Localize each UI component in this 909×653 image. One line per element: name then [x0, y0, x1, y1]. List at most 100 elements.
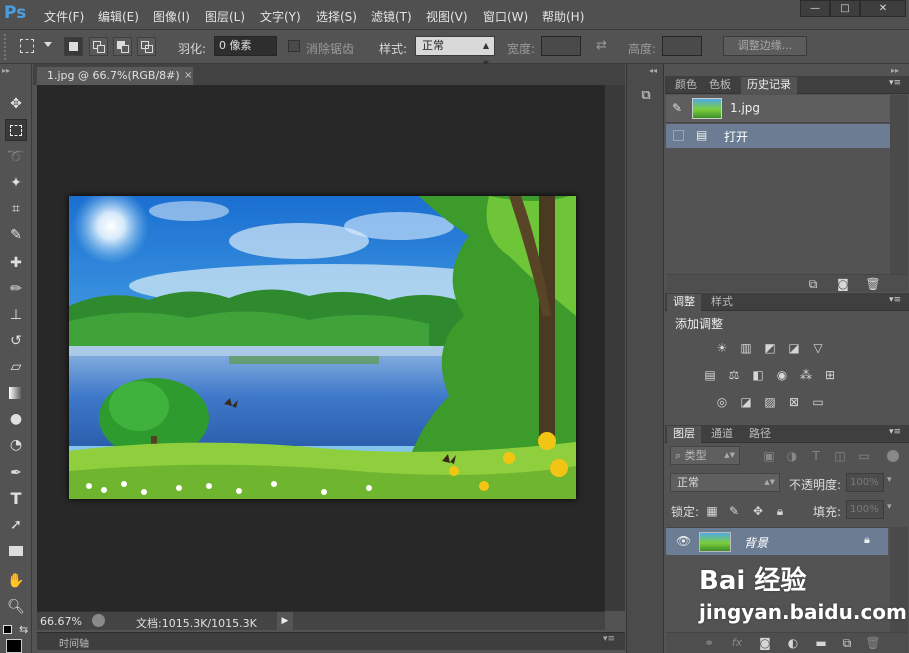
collapse-toolbar-icon[interactable]: ▸▸ [2, 66, 10, 75]
filter-toggle-icon[interactable] [887, 450, 899, 462]
blur-tool-icon[interactable]: ● [5, 408, 27, 430]
threshold-icon[interactable]: ▨ [761, 394, 779, 410]
eyedropper-tool-icon[interactable]: ✎ [5, 224, 27, 246]
new-layer-icon[interactable]: ⧉ [838, 635, 856, 651]
tab-paths[interactable]: 路径 [743, 426, 777, 443]
tab-layers[interactable]: 图层 [667, 426, 701, 443]
vibrance-icon[interactable]: ▽ [809, 340, 827, 356]
vertical-scrollbar[interactable] [605, 85, 625, 611]
fill-input[interactable]: 100% [846, 500, 884, 519]
new-fill-adjustment-icon[interactable]: ◐ [784, 635, 802, 651]
feather-input[interactable]: 0 像素 [214, 36, 277, 56]
history-brush-source-icon[interactable]: ✎ [672, 101, 682, 115]
selective-color-icon[interactable]: ⊠ [785, 394, 803, 410]
filter-shape-icon[interactable]: ◫ [831, 448, 849, 464]
menu-layer[interactable]: 图层(L) [205, 8, 245, 25]
link-layers-icon[interactable]: ⚭ [700, 635, 718, 651]
width-input[interactable] [541, 36, 581, 56]
exposure-icon[interactable]: ◪ [785, 340, 803, 356]
close-tab-icon[interactable]: × [184, 67, 192, 84]
tab-styles[interactable]: 样式 [705, 294, 739, 311]
eraser-tool-icon[interactable]: ▱ [5, 356, 27, 378]
tab-adjustments[interactable]: 调整 [667, 294, 701, 311]
opacity-input[interactable]: 100% [846, 473, 884, 492]
magic-wand-tool-icon[interactable]: ✦ [5, 172, 27, 194]
hue-saturation-icon[interactable]: ▤ [701, 367, 719, 383]
delete-state-icon[interactable]: 🗑︎ [864, 276, 882, 292]
collapse-panels-icon[interactable]: ▸▸ [891, 66, 899, 75]
height-input[interactable] [662, 36, 702, 56]
lock-position-icon[interactable]: ✥ [749, 503, 767, 519]
move-tool-icon[interactable]: ✥ [5, 93, 27, 115]
timeline-label[interactable]: 时间轴 [59, 635, 89, 650]
antialias-checkbox[interactable] [288, 40, 300, 52]
status-menu-arrow-icon[interactable]: ▶ [277, 612, 293, 630]
brush-tool-icon[interactable]: ✏ [5, 278, 27, 300]
default-colors-icon[interactable] [3, 625, 12, 634]
history-state-row[interactable]: ▤ 打开 [666, 124, 890, 148]
add-selection-icon[interactable] [89, 37, 108, 56]
rect-marquee-preset-icon[interactable] [20, 39, 34, 53]
levels-icon[interactable]: ▥ [737, 340, 755, 356]
style-select[interactable]: 正常 ▲▼ [415, 36, 495, 68]
lock-transparent-icon[interactable]: ▦ [703, 503, 721, 519]
blend-mode-select[interactable]: 正常 ▲▼ [670, 473, 780, 492]
swap-colors-icon[interactable]: ⇆ [19, 623, 28, 636]
lock-image-icon[interactable]: ✎ [725, 503, 743, 519]
gradient-tool-icon[interactable] [5, 382, 27, 404]
pen-tool-icon[interactable]: ✒ [5, 462, 27, 484]
close-button[interactable]: ✕ [860, 0, 906, 17]
type-tool-icon[interactable]: T [5, 488, 27, 510]
intersect-selection-icon[interactable] [137, 37, 156, 56]
properties-panel-icon[interactable]: ⧉ [637, 88, 655, 108]
timeline-menu-icon[interactable]: ▾≡ [603, 634, 615, 644]
status-info-icon[interactable] [92, 614, 105, 627]
channel-mixer-icon[interactable]: ⁂ [797, 367, 815, 383]
opacity-dropdown-icon[interactable]: ▾ [887, 475, 892, 485]
brightness-contrast-icon[interactable]: ☀ [713, 340, 731, 356]
color-balance-icon[interactable]: ⚖ [725, 367, 743, 383]
clone-stamp-tool-icon[interactable]: ⊥ [5, 304, 27, 326]
menu-image[interactable]: 图像(I) [153, 8, 190, 25]
preset-dropdown-icon[interactable] [44, 42, 52, 47]
menu-filter[interactable]: 滤镜(T) [371, 8, 412, 25]
tab-swatches[interactable]: 色板 [703, 77, 737, 94]
layer-effects-icon[interactable]: fx [728, 635, 746, 651]
adjustments-menu-icon[interactable]: ▾≡ [889, 295, 901, 305]
fill-dropdown-icon[interactable]: ▾ [887, 502, 892, 512]
history-scrollbar[interactable] [890, 95, 908, 275]
maximize-button[interactable]: □ [830, 0, 860, 17]
refine-edge-button[interactable]: 调整边缘... [723, 36, 807, 56]
swap-dimensions-icon[interactable]: ⇄ [596, 38, 607, 53]
filter-adjustment-icon[interactable]: ◑ [783, 448, 801, 464]
history-snapshot-row[interactable]: ✎ 1.jpg [666, 95, 890, 123]
tab-history[interactable]: 历史记录 [741, 77, 797, 94]
layer-visibility-eye-icon[interactable]: 👁︎ [676, 534, 691, 548]
new-selection-icon[interactable] [64, 37, 83, 56]
layers-menu-icon[interactable]: ▾≡ [889, 427, 901, 437]
filter-smart-object-icon[interactable]: ▭ [855, 448, 873, 464]
dodge-tool-icon[interactable]: ◔ [5, 434, 27, 456]
rectangle-shape-tool-icon[interactable] [5, 540, 27, 562]
photo-filter-icon[interactable]: ◉ [773, 367, 791, 383]
curves-icon[interactable]: ◩ [761, 340, 779, 356]
history-menu-icon[interactable]: ▾≡ [889, 78, 901, 88]
new-document-from-state-icon[interactable]: ⧉ [804, 276, 822, 292]
filter-pixel-icon[interactable]: ▣ [760, 448, 778, 464]
history-brush-tool-icon[interactable]: ↺ [5, 330, 27, 352]
menu-view[interactable]: 视图(V) [426, 8, 468, 25]
tab-channels[interactable]: 通道 [705, 426, 739, 443]
invert-icon[interactable]: ◎ [713, 394, 731, 410]
create-snapshot-icon[interactable]: ◙ [834, 276, 852, 292]
menu-edit[interactable]: 编辑(E) [98, 8, 139, 25]
tab-color[interactable]: 颜色 [669, 77, 703, 94]
add-mask-icon[interactable]: ◙ [756, 635, 774, 651]
lasso-tool-icon[interactable]: ➰ [5, 146, 27, 168]
subtract-selection-icon[interactable] [113, 37, 132, 56]
menu-file[interactable]: 文件(F) [44, 8, 84, 25]
minimize-button[interactable]: — [800, 0, 830, 17]
hand-tool-icon[interactable]: ✋ [5, 570, 27, 592]
menu-select[interactable]: 选择(S) [316, 8, 357, 25]
filter-type-icon[interactable]: T [807, 448, 825, 464]
history-state-checkbox[interactable] [673, 130, 684, 141]
